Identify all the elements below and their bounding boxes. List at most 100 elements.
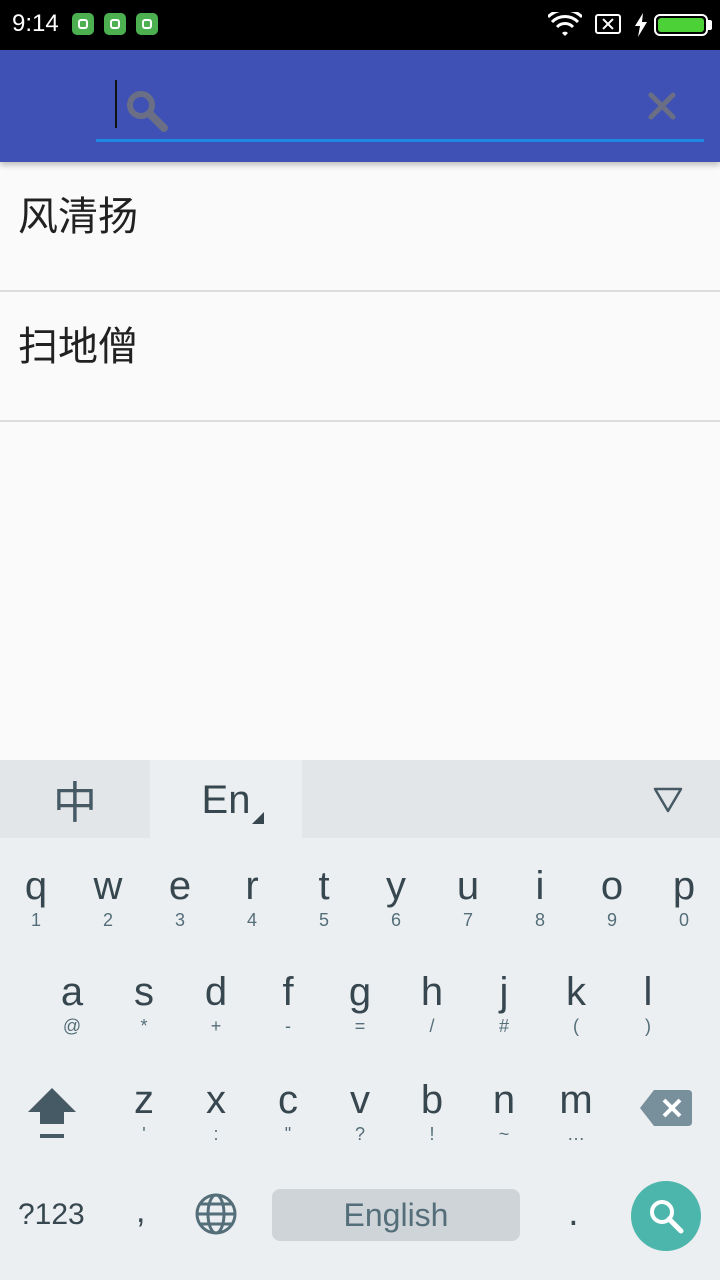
space-key[interactable]: English	[272, 1189, 520, 1241]
key-o[interactable]: o9	[576, 864, 648, 932]
key-secondary: '	[142, 1124, 146, 1144]
comma-key[interactable]: ,	[136, 1192, 145, 1231]
key-g[interactable]: g =	[324, 970, 396, 1038]
key-p[interactable]: p0	[648, 864, 720, 932]
key-letter: u	[456, 864, 480, 908]
key-letter: f	[282, 970, 294, 1014]
key-secondary: -	[285, 1016, 291, 1036]
result-list: 风清扬 扫地僧	[0, 162, 720, 422]
lang-chinese-tab[interactable]: 中	[0, 760, 150, 838]
key-a[interactable]: a @	[36, 970, 108, 1038]
search-action-button[interactable]	[631, 1181, 701, 1251]
search-icon	[650, 1200, 684, 1234]
key-letter: n	[492, 1078, 516, 1122]
key-m[interactable]: m…	[540, 1078, 612, 1146]
key-letter: m	[559, 1078, 593, 1122]
key-letter: i	[535, 864, 545, 908]
key-secondary: *	[140, 1016, 148, 1036]
key-j[interactable]: j #	[468, 970, 540, 1038]
key-i[interactable]: i8	[504, 864, 576, 932]
key-letter: c	[278, 1078, 298, 1122]
key-secondary: …	[567, 1124, 585, 1144]
key-secondary: 2	[102, 910, 113, 930]
symbols-key[interactable]: ?123	[18, 1198, 85, 1232]
keyboard-toolbar: 中 En	[0, 760, 720, 840]
key-v[interactable]: v?	[324, 1078, 396, 1146]
lang-english-label: En	[201, 777, 251, 822]
key-letter: r	[245, 864, 259, 908]
search-input[interactable]	[176, 82, 620, 128]
battery-icon	[654, 14, 708, 36]
app-bar	[0, 50, 720, 162]
corner-triangle-icon	[252, 812, 264, 824]
key-letter: o	[600, 864, 624, 908]
clear-icon[interactable]	[646, 90, 678, 122]
key-letter: l	[643, 970, 653, 1014]
key-s[interactable]: s *	[108, 970, 180, 1038]
list-item[interactable]: 风清扬	[0, 162, 720, 292]
key-c[interactable]: c "	[252, 1078, 324, 1146]
sim-notification-icon	[104, 13, 126, 35]
key-secondary: 1	[30, 910, 41, 930]
key-z[interactable]: z '	[108, 1078, 180, 1146]
shift-icon[interactable]	[24, 1086, 80, 1140]
key-secondary: 3	[174, 910, 185, 930]
key-u[interactable]: u7	[432, 864, 504, 932]
key-secondary: /	[429, 1016, 435, 1036]
key-secondary: (	[573, 1016, 579, 1036]
key-l[interactable]: l)	[612, 970, 684, 1038]
key-secondary: 6	[390, 910, 401, 930]
charging-icon	[635, 13, 647, 37]
key-letter: t	[318, 864, 330, 908]
key-letter: e	[168, 864, 192, 908]
key-secondary: ~	[498, 1124, 510, 1144]
key-y[interactable]: y6	[360, 864, 432, 932]
key-letter: x	[206, 1078, 226, 1122]
key-secondary: 7	[462, 910, 473, 930]
key-f[interactable]: f-	[252, 970, 324, 1038]
app-notification-icon	[72, 13, 94, 35]
key-secondary: +	[210, 1016, 222, 1036]
key-h[interactable]: h /	[396, 970, 468, 1038]
search-field[interactable]	[96, 72, 704, 142]
key-secondary: 8	[534, 910, 545, 930]
list-item-label: 风清扬	[18, 194, 138, 240]
key-letter: j	[499, 970, 509, 1014]
key-q[interactable]: q1	[0, 864, 72, 932]
key-secondary: @	[62, 1016, 82, 1036]
key-secondary: :	[213, 1124, 219, 1144]
key-b[interactable]: b!	[396, 1078, 468, 1146]
text-cursor	[115, 80, 117, 128]
period-key[interactable]: .	[568, 1194, 579, 1234]
list-item[interactable]: 扫地僧	[0, 292, 720, 422]
key-letter: z	[134, 1078, 154, 1122]
key-k[interactable]: k(	[540, 970, 612, 1038]
globe-icon[interactable]	[194, 1192, 238, 1236]
backspace-icon[interactable]	[640, 1090, 692, 1126]
key-secondary: =	[354, 1016, 366, 1036]
key-secondary: 9	[606, 910, 617, 930]
key-secondary: )	[645, 1016, 651, 1036]
list-item-label: 扫地僧	[18, 324, 138, 370]
key-w[interactable]: w2	[72, 864, 144, 932]
key-t[interactable]: t5	[288, 864, 360, 932]
no-sim-icon	[595, 14, 621, 34]
lang-english-tab[interactable]: En	[150, 760, 302, 840]
key-e[interactable]: e3	[144, 864, 216, 932]
key-d[interactable]: d +	[180, 970, 252, 1038]
key-letter: w	[93, 864, 123, 908]
key-secondary: ?	[354, 1124, 365, 1144]
key-secondary: "	[284, 1124, 292, 1144]
key-secondary: 5	[318, 910, 329, 930]
key-r[interactable]: r4	[216, 864, 288, 932]
key-letter: b	[420, 1078, 444, 1122]
key-letter: s	[134, 970, 154, 1014]
wifi-icon	[548, 12, 582, 36]
key-n[interactable]: n ~	[468, 1078, 540, 1146]
app-notification-icon	[136, 13, 158, 35]
key-secondary: 4	[246, 910, 257, 930]
collapse-keyboard-icon[interactable]	[652, 786, 684, 814]
status-time: 9:14	[12, 10, 59, 37]
key-secondary: !	[429, 1124, 435, 1144]
key-x[interactable]: x:	[180, 1078, 252, 1146]
